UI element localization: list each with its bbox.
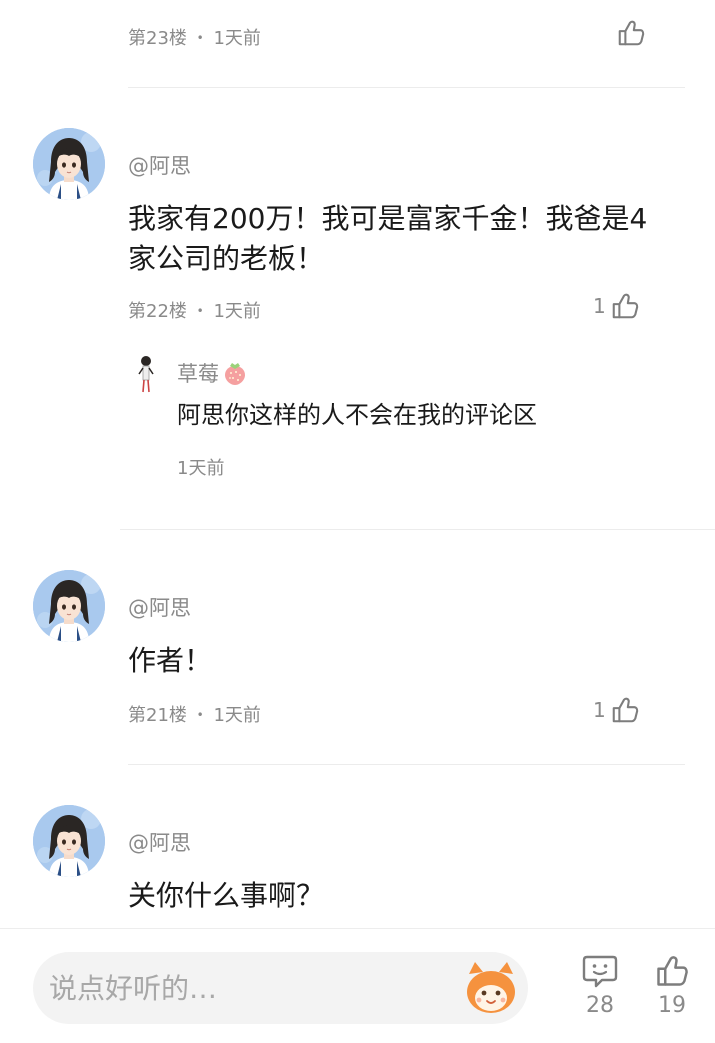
- comment-bubble-icon: [582, 955, 618, 988]
- comment-time: 1天前: [213, 28, 261, 49]
- comment-content: 关你什么事啊？: [128, 879, 325, 912]
- like-post-button[interactable]: 19: [648, 953, 696, 1018]
- thumbs-up-icon: [610, 291, 640, 321]
- like-button[interactable]: 1: [593, 695, 640, 725]
- strawberry-icon: [225, 363, 245, 385]
- avatar[interactable]: [33, 570, 105, 642]
- like-button[interactable]: 1: [593, 291, 640, 321]
- comment-floor: 第22楼: [128, 301, 187, 322]
- comment-meta: 第22楼 • 1天前: [128, 297, 261, 323]
- divider: [128, 87, 685, 88]
- avatar[interactable]: [33, 805, 105, 877]
- comment-username[interactable]: @阿思: [128, 827, 191, 857]
- comment-input[interactable]: [49, 952, 459, 1024]
- reply-time: 1天前: [177, 458, 225, 479]
- comment-content: 作者！: [128, 644, 213, 677]
- comment-floor: 第21楼: [128, 705, 187, 726]
- reply-username[interactable]: 草莓: [177, 358, 249, 388]
- meta-separator: •: [196, 708, 204, 722]
- comment-meta: 第21楼 • 1天前: [128, 701, 261, 727]
- like-count: 1: [593, 294, 606, 318]
- comment-bottom-bar: 28 19: [0, 928, 715, 1043]
- meta-separator: •: [196, 31, 204, 45]
- comment-floor: 第23楼: [128, 28, 187, 49]
- thumbs-up-icon: [610, 695, 640, 725]
- like-count: 1: [593, 698, 606, 722]
- comment-username[interactable]: @阿思: [128, 592, 191, 622]
- reply-username-text: 草莓: [177, 362, 219, 386]
- reply-content: 阿思你这样的人不会在我的评论区: [177, 401, 537, 429]
- like-button[interactable]: [612, 18, 646, 48]
- comment-input-box[interactable]: [33, 952, 528, 1024]
- divider: [128, 764, 685, 765]
- like-count: 19: [658, 993, 686, 1018]
- comment-username[interactable]: @阿思: [128, 150, 191, 180]
- meta-separator: •: [196, 304, 204, 318]
- thumbs-up-icon: [653, 953, 691, 989]
- avatar[interactable]: [33, 128, 105, 200]
- comment-content: 我家有200万！我可是富家千金！我爸是4家公司的老板！: [128, 202, 648, 275]
- divider: [120, 529, 715, 530]
- comment-count: 28: [586, 993, 614, 1018]
- comment-time: 1天前: [213, 705, 261, 726]
- comment-meta: 第23楼 • 1天前: [128, 24, 261, 50]
- thumbs-up-icon: [616, 18, 646, 48]
- comments-button[interactable]: 28: [576, 953, 624, 1018]
- orange-mascot-icon[interactable]: [461, 960, 521, 1016]
- comment-time: 1天前: [213, 301, 261, 322]
- reply-avatar[interactable]: [132, 354, 166, 394]
